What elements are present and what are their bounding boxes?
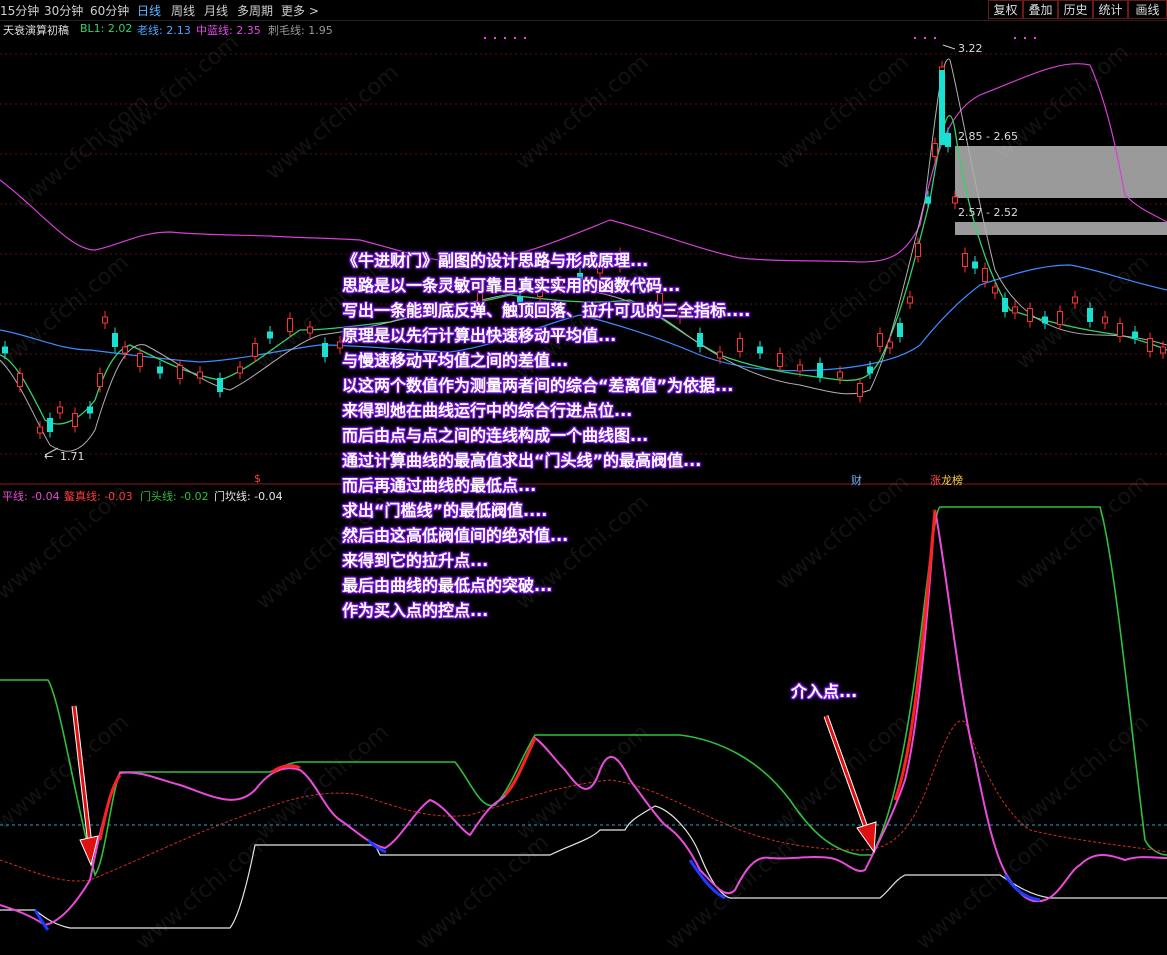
laoxian-value: 老线: 2.13 (137, 24, 191, 37)
candle-body (237, 366, 243, 374)
candle-body (817, 363, 823, 377)
main-indicator-title: 天衰演算初稿 (3, 24, 69, 37)
candle-body (939, 70, 945, 145)
zone-lower-label: 2.57 - 2.52 (958, 206, 1018, 219)
candle-body (1002, 298, 1008, 312)
candle-body (72, 413, 78, 427)
candle-body (57, 406, 63, 414)
candle-body (717, 351, 723, 359)
candle-body (972, 261, 978, 269)
aozhen-line (0, 720, 1167, 882)
candle-body (962, 253, 968, 267)
low-arrow-icon: ← (44, 450, 54, 463)
candle-body (867, 366, 873, 374)
price-high-label: 3.22 (958, 42, 983, 55)
candle-body (217, 378, 223, 392)
candle-body (932, 143, 938, 157)
candle-body (952, 196, 958, 204)
candle-body (122, 346, 128, 354)
candle-body (945, 133, 951, 147)
candle-body (925, 196, 931, 204)
ping-up-red-2 (503, 737, 537, 797)
annotation-line: 而后再通过曲线的最低点... (342, 476, 537, 495)
candle-body (897, 323, 903, 337)
candle-body (197, 371, 203, 379)
resistance-zone-upper (955, 146, 1167, 198)
high-pointer (942, 44, 956, 50)
event-marker-cai[interactable]: 财 (851, 472, 862, 488)
candle-body (982, 268, 988, 282)
candle-body (837, 371, 843, 379)
candle-body (1042, 316, 1048, 324)
menkanxian-value: 门坎线: -0.04 (214, 490, 283, 503)
candle-body (157, 366, 163, 374)
pingxian-value: 平线: -0.04 (2, 490, 60, 503)
candle-body (992, 286, 998, 294)
candle-body (1147, 338, 1153, 352)
candle-body (177, 365, 183, 379)
candle-body (17, 373, 23, 387)
candle-body (1160, 346, 1166, 354)
cimaoxian-value: 刺毛线: 1.95 (268, 24, 333, 37)
candle-body (47, 418, 53, 432)
candle-body (915, 243, 921, 257)
candle-body (887, 341, 893, 349)
annotation-line: 作为买入点的控点... (342, 601, 489, 620)
annotation-line: 通过计算曲线的最高值求出“门头线”的最高阀值... (342, 451, 702, 470)
entry-point-label: 介入点... (791, 682, 858, 701)
event-marker-zhang[interactable]: 涨 (930, 472, 941, 488)
candle-body (877, 333, 883, 347)
candle-body (87, 406, 93, 414)
annotation-line: 写出一条能到底反弹、触顶回落、拉升可见的三全指标.... (342, 301, 751, 320)
candle-body (102, 316, 108, 324)
event-marker-s[interactable]: $ (254, 472, 261, 485)
candle-body (1102, 316, 1108, 324)
bl1-value: BL1: 2.02 (80, 22, 133, 35)
annotation-line: 然后由这高低阀值间的绝对值... (342, 526, 569, 545)
candle-body (137, 353, 143, 367)
signal-dots (484, 37, 1036, 39)
candle-body (1132, 331, 1138, 339)
candle-body (112, 333, 118, 347)
candle-body (322, 343, 328, 357)
candle-body (1117, 323, 1123, 337)
candle-body (857, 383, 863, 397)
ping-line (0, 509, 1167, 927)
candle-body (737, 338, 743, 352)
candle-body (697, 333, 703, 347)
candle-body (1012, 306, 1018, 314)
annotation-line: 来得到它的拉升点... (342, 551, 489, 570)
price-low-label: 1.71 (60, 450, 85, 463)
candle-body (907, 296, 913, 304)
ping-up-red-3 (893, 509, 937, 801)
candle-body (37, 426, 43, 434)
annotation-line: 而后由点与点之间的连线构成一个曲线图... (342, 426, 649, 445)
event-marker-bang[interactable]: 龙榜 (941, 472, 963, 488)
candle-body (757, 346, 763, 354)
candle-body (1027, 308, 1033, 322)
annotation-line: 来得到她在曲线运行中的综合行进点位... (342, 401, 633, 420)
candle-body (97, 373, 103, 387)
mentouxian-value: 门头线: -0.02 (140, 490, 209, 503)
